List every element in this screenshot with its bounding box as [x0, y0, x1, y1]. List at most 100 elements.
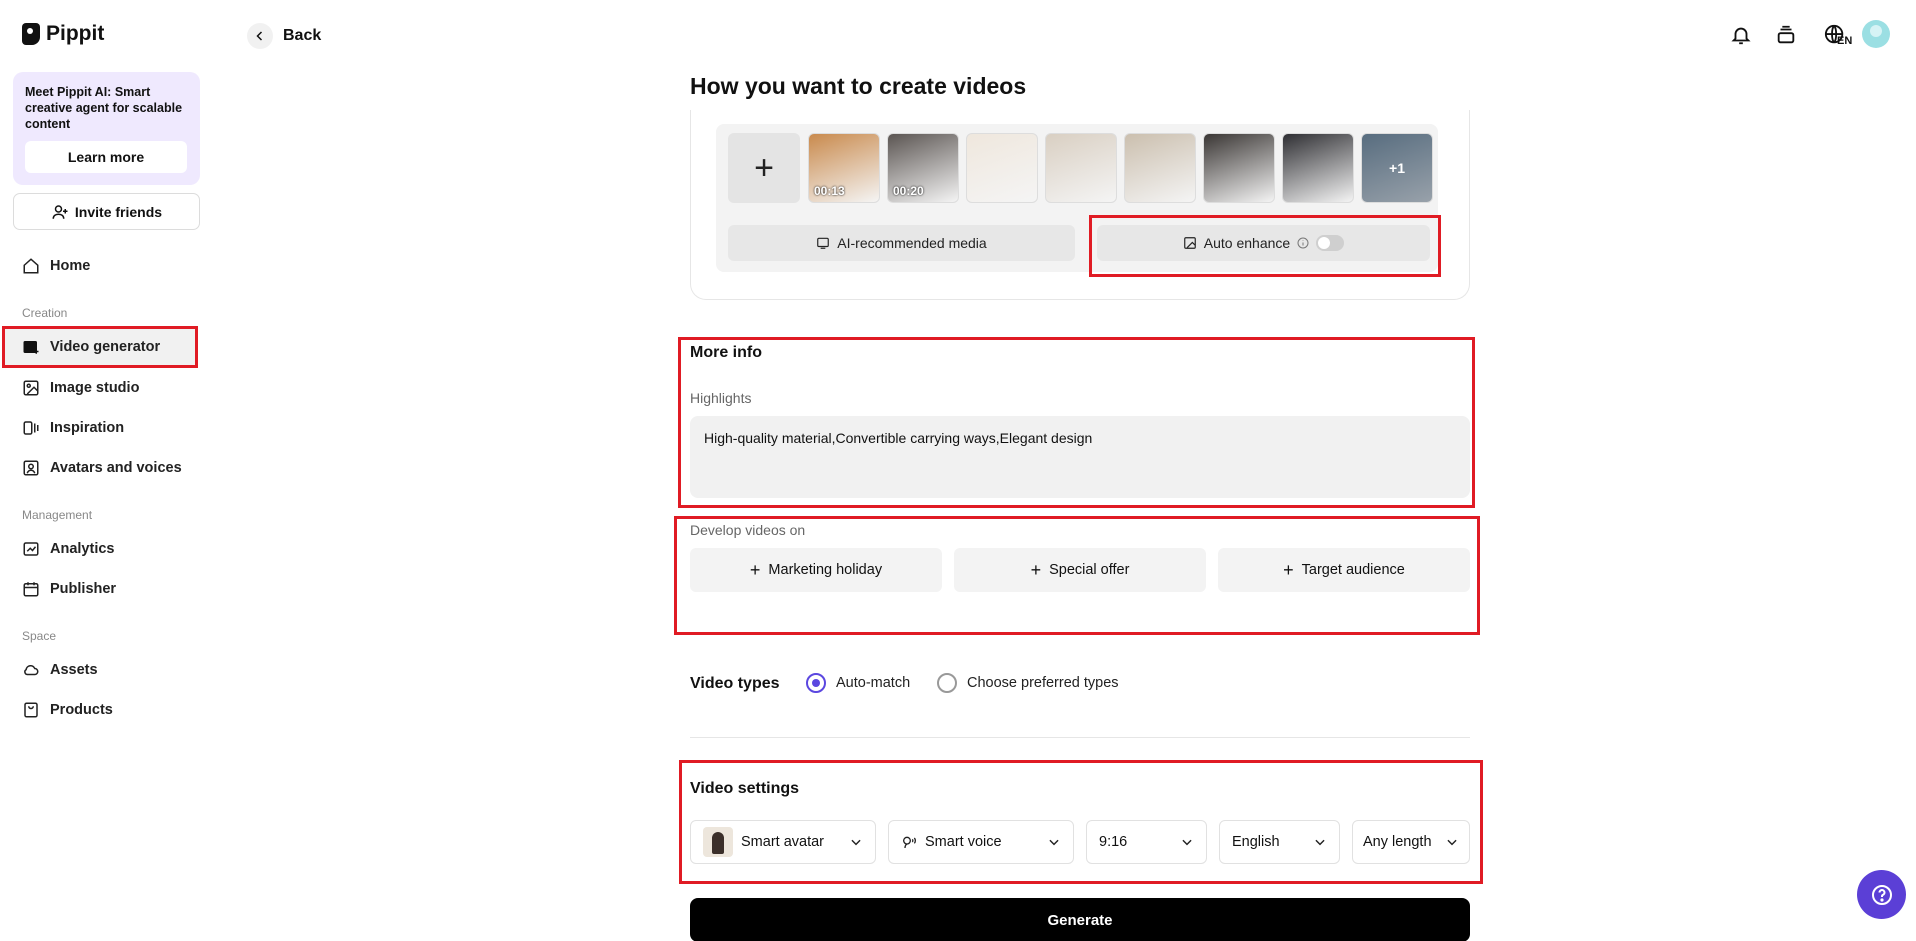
help-button[interactable]: [1857, 870, 1906, 919]
sidebar-item-video-generator[interactable]: Video generator: [22, 329, 160, 365]
sidebar-item-label: Products: [50, 702, 113, 718]
generate-button[interactable]: Generate: [690, 898, 1470, 941]
image-icon: [23, 380, 39, 396]
video-plus-icon: [23, 341, 39, 354]
home-icon: [23, 258, 39, 274]
ai-recommended-media-button[interactable]: AI-recommended media: [728, 225, 1075, 261]
section-management: Management: [22, 508, 93, 522]
auto-enhance-label: Auto enhance: [1203, 235, 1291, 251]
sidebar-item-inspiration[interactable]: Inspiration: [22, 410, 124, 446]
media-thumb[interactable]: 00:13: [808, 133, 880, 203]
help-icon: [1871, 884, 1892, 905]
add-media-button[interactable]: +: [728, 133, 800, 203]
cloud-icon: [24, 664, 39, 676]
sidebar-item-label: Inspiration: [50, 420, 125, 436]
radio-auto-match[interactable]: Auto-match: [806, 673, 910, 693]
select-value: Any length: [1363, 834, 1432, 850]
media-thumb[interactable]: +1: [1361, 133, 1433, 203]
marketing-holiday-chip[interactable]: + Marketing holiday: [690, 548, 942, 592]
subscription-stack-icon[interactable]: [1773, 22, 1799, 48]
media-thumb[interactable]: [1045, 133, 1117, 203]
media-thumb[interactable]: [966, 133, 1038, 203]
invite-friends-button[interactable]: Invite friends: [13, 193, 200, 230]
page-title: How you want to create videos: [690, 73, 1027, 99]
sidebar-item-assets[interactable]: Assets: [22, 652, 98, 688]
avatar-thumbnail: [703, 827, 733, 857]
promo-text: Meet Pippit AI: Smart creative agent for…: [25, 85, 183, 131]
select-value: English: [1232, 834, 1280, 850]
section-creation: Creation: [22, 306, 68, 320]
info-icon[interactable]: [1297, 237, 1309, 249]
sidebar-item-label: Home: [50, 258, 91, 274]
media-duration: 00:20: [893, 184, 924, 198]
back-button[interactable]: Back: [247, 23, 321, 49]
chevron-down-icon: [1315, 839, 1325, 846]
media-thumb[interactable]: 00:20: [887, 133, 959, 203]
media-thumb[interactable]: [1124, 133, 1196, 203]
radio-selected-icon: [806, 673, 826, 693]
chevron-down-icon: [1182, 839, 1192, 846]
more-info-title: More info: [690, 344, 762, 361]
sidebar-item-label: Analytics: [50, 541, 115, 557]
auto-enhance-toggle[interactable]: [1316, 235, 1345, 251]
sidebar-item-image-studio[interactable]: Image studio: [22, 370, 139, 406]
enhance-image-icon: [1183, 237, 1196, 249]
plus-icon: +: [1283, 559, 1294, 580]
sidebar-item-label: Publisher: [50, 581, 117, 597]
select-value: Smart voice: [925, 834, 1002, 850]
sidebar-item-label: Video generator: [50, 339, 161, 355]
plus-icon: +: [1030, 559, 1042, 580]
highlights-textarea[interactable]: High-quality material,Convertible carryi…: [690, 416, 1470, 498]
sidebar-item-analytics[interactable]: Analytics: [22, 531, 114, 567]
language-select[interactable]: English: [1219, 820, 1340, 864]
chevron-down-icon: [851, 839, 861, 846]
video-settings-title: Video settings: [690, 780, 800, 797]
special-offer-chip[interactable]: + Special offer: [954, 548, 1206, 592]
more-media-count: +1: [1362, 134, 1432, 202]
chevron-left-icon: [247, 23, 273, 49]
auto-enhance-option: Auto enhance: [1097, 225, 1430, 261]
smart-voice-select[interactable]: Smart voice: [888, 820, 1074, 864]
media-duration: 00:13: [814, 184, 845, 198]
sidebar-item-label: Assets: [50, 662, 98, 678]
develop-videos-label: Develop videos on: [690, 522, 806, 538]
smart-avatar-select[interactable]: Smart avatar: [690, 820, 876, 864]
pippit-logo-icon: [22, 23, 40, 45]
section-space: Space: [22, 629, 57, 643]
chip-label: Target audience: [1301, 562, 1405, 578]
length-select[interactable]: Any length: [1352, 820, 1470, 864]
media-thumb[interactable]: [1203, 133, 1275, 203]
chevron-down-icon: [1447, 839, 1457, 846]
sidebar-item-avatars-voices[interactable]: Avatars and voices: [22, 450, 182, 486]
invite-label: Invite friends: [74, 203, 163, 220]
target-audience-chip[interactable]: + Target audience: [1218, 548, 1470, 592]
ai-media-icon: [817, 237, 830, 249]
promo-card: Meet Pippit AI: Smart creative agent for…: [13, 72, 200, 185]
product-box-icon: [24, 702, 38, 718]
sidebar-item-home[interactable]: Home: [22, 248, 90, 284]
voice-icon: [903, 836, 916, 849]
plus-icon: +: [749, 559, 761, 580]
learn-more-button[interactable]: Learn more: [25, 141, 187, 173]
sidebar-item-publisher[interactable]: Publisher: [22, 571, 116, 607]
sidebar-item-products[interactable]: Products: [22, 692, 113, 728]
inspiration-icon: [23, 421, 39, 435]
select-value: 9:16: [1099, 834, 1128, 850]
language-code: EN: [1837, 35, 1853, 47]
app-logo[interactable]: Pippit: [22, 22, 104, 46]
divider: [690, 737, 1470, 738]
avatar-icon: [23, 460, 39, 476]
radio-unselected-icon: [937, 673, 957, 693]
notification-bell-icon[interactable]: [1728, 22, 1754, 48]
user-avatar[interactable]: [1862, 20, 1890, 48]
language-globe-icon[interactable]: EN: [1818, 22, 1852, 48]
analytics-icon: [23, 542, 39, 556]
aspect-ratio-select[interactable]: 9:16: [1086, 820, 1207, 864]
calendar-icon: [23, 582, 39, 597]
radio-choose-preferred[interactable]: Choose preferred types: [937, 673, 1119, 693]
add-user-icon: [52, 204, 68, 219]
ai-recommended-label: AI-recommended media: [837, 235, 987, 251]
media-thumb[interactable]: [1282, 133, 1354, 203]
sidebar-item-label: Avatars and voices: [50, 460, 182, 476]
select-value: Smart avatar: [741, 834, 824, 850]
